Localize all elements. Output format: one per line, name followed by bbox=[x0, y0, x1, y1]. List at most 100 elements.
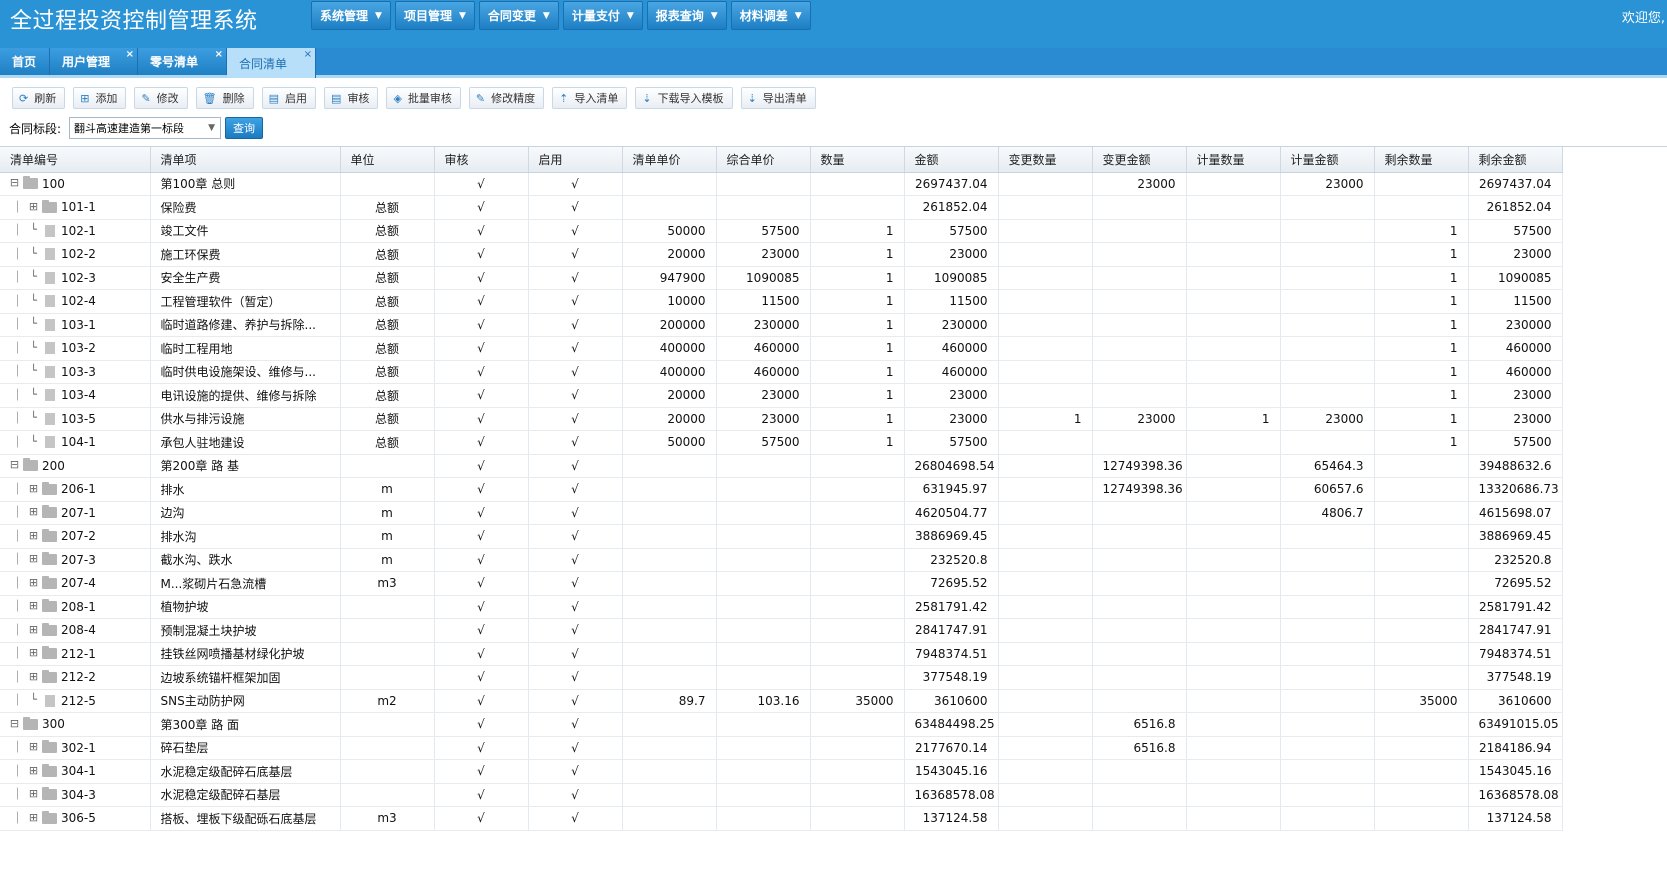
row-code: 304-3 bbox=[61, 787, 96, 802]
table-row[interactable]: │ └ 102-4 工程管理软件（暂定） 总额 √ √ 10000 11500 1 11500 1 11… bbox=[0, 289, 1563, 314]
column-header[interactable]: 计量金额 bbox=[1280, 147, 1375, 173]
toolbar-button-9[interactable]: ⇡ 导入清单 bbox=[552, 87, 628, 109]
cell-rem-qty bbox=[1374, 524, 1469, 549]
cell-chg-amount: 23000 bbox=[1092, 172, 1187, 196]
table-row[interactable]: │ └ 102-1 竣工文件 总额 √ √ 50000 57500 1 57500 1 57500 bbox=[0, 219, 1563, 243]
column-header[interactable]: 变更金额 bbox=[1092, 147, 1187, 173]
cell-price bbox=[622, 172, 717, 196]
table-row[interactable]: │ └ 103-2 临时工程用地 总额 √ √ 400000 460000 1 460000 1 460… bbox=[0, 336, 1563, 361]
plus-icon[interactable]: ⊞ bbox=[27, 623, 40, 637]
menu-6[interactable]: 材料调差 ▼ bbox=[730, 1, 811, 30]
tab-3[interactable]: 零号清单 × bbox=[138, 48, 227, 75]
plus-icon[interactable]: ⊞ bbox=[27, 670, 40, 684]
cell-rem-amount: 1090085 bbox=[1468, 266, 1563, 290]
menu-5[interactable]: 报表查询 ▼ bbox=[646, 1, 727, 30]
cell-rem-amount: 57500 bbox=[1468, 430, 1563, 455]
close-icon[interactable]: × bbox=[215, 49, 223, 60]
toolbar-button-6[interactable]: ▤ 审核 bbox=[324, 87, 379, 109]
plus-icon[interactable]: ⊞ bbox=[27, 600, 40, 613]
table-row[interactable]: │ └ 102-3 安全生产费 总额 √ √ 947900 1090085 1 1090085 1 10… bbox=[0, 266, 1563, 290]
menu-4[interactable]: 计量支付 ▼ bbox=[562, 1, 643, 30]
query-button[interactable]: 查询 bbox=[225, 117, 264, 139]
table-row[interactable]: │ ⊞ 304-3 水泥稳定级配碎石基层 √ √ 16368578.08 16368578.0… bbox=[0, 783, 1563, 807]
table-row[interactable]: ⊟ 200 第200章 路 基 √ √ 26804698.54 12749398.36 654… bbox=[0, 454, 1563, 478]
table-row[interactable]: │ ⊞ 207-2 排水沟 m √ √ 3886969.45 3886969.45 bbox=[0, 524, 1563, 549]
table-row[interactable]: │ ⊞ 208-4 预制混凝土块护坡 √ √ 2841747.91 2841747.91 bbox=[0, 618, 1563, 643]
table-row[interactable]: │ ⊞ 208-1 植物护坡 √ √ 2581791.42 2581791.42 bbox=[0, 595, 1563, 619]
toolbar-button-3[interactable]: ✎ 修改 bbox=[134, 87, 188, 109]
menu-2[interactable]: 项目管理 ▼ bbox=[394, 1, 475, 30]
cell-meas-amount bbox=[1280, 642, 1375, 666]
plus-icon[interactable]: ⊞ bbox=[27, 647, 40, 660]
table-row[interactable]: │ └ 103-3 临时供电设施架设、维修与... 总额 √ √ 400000 460000 1 4… bbox=[0, 360, 1563, 384]
cell-comp-price bbox=[716, 806, 811, 831]
plus-icon[interactable]: ⊞ bbox=[27, 764, 40, 778]
column-header[interactable]: 计量数量 bbox=[1186, 147, 1281, 173]
minus-icon[interactable]: ⊟ bbox=[8, 459, 21, 472]
table-row[interactable]: │ └ 212-5 SNS主动防护网 m2 √ √ 89.7 103.16 35000 361060… bbox=[0, 689, 1563, 713]
column-header[interactable]: 剩余数量 bbox=[1374, 147, 1469, 173]
contract-section-select[interactable]: 翻斗高速建造第一标段 ▼ bbox=[69, 117, 222, 139]
table-row[interactable]: │ └ 103-5 供水与排污设施 总额 √ √ 20000 23000 1 23000 1 23000… bbox=[0, 407, 1563, 431]
column-header[interactable]: 清单单价 bbox=[622, 147, 717, 173]
table-row[interactable]: │ └ 104-1 承包人驻地建设 总额 √ √ 50000 57500 1 57500 1 57500 bbox=[0, 430, 1563, 455]
toolbar-button-4[interactable]: 🗑 删除 bbox=[195, 87, 254, 109]
plus-icon[interactable]: ⊞ bbox=[27, 200, 40, 214]
minus-icon[interactable]: ⊟ bbox=[8, 177, 21, 190]
plus-icon[interactable]: ⊞ bbox=[27, 506, 40, 519]
plus-icon[interactable]: ⊞ bbox=[27, 529, 40, 543]
table-row[interactable]: │ └ 103-1 临时道路修建、养护与拆除... 总额 √ √ 200000 230000 1 2… bbox=[0, 313, 1563, 337]
menu-1[interactable]: 系统管理 ▼ bbox=[311, 1, 391, 30]
table-row[interactable]: │ ⊞ 306-5 搭板、埋板下级配砾石底基层 m3 √ √ 137124.58 137124.… bbox=[0, 806, 1563, 831]
toolbar-button-2[interactable]: ⊞ 添加 bbox=[73, 87, 127, 109]
table-row[interactable]: ⊟ 300 第300章 路 面 √ √ 63484498.25 6516.8 63491015… bbox=[0, 712, 1563, 737]
cell-rem-qty bbox=[1374, 665, 1469, 690]
column-header[interactable]: 启用 bbox=[528, 147, 623, 173]
toolbar-button-11[interactable]: ⇣ 导出清单 bbox=[740, 87, 816, 109]
column-header[interactable]: 综合单价 bbox=[716, 147, 811, 173]
column-header[interactable]: 变更数量 bbox=[998, 147, 1093, 173]
toolbar-button-10[interactable]: ⇣ 下载导入模板 bbox=[635, 87, 733, 109]
table-row[interactable]: │ └ 103-4 电讯设施的提供、维修与拆除 总额 √ √ 20000 23000 1 23000… bbox=[0, 383, 1563, 408]
table-row[interactable]: │ ⊞ 212-1 挂铁丝网喷播基材绿化护坡 √ √ 7948374.51 7948374.5… bbox=[0, 642, 1563, 666]
column-header[interactable]: 清单项 bbox=[150, 147, 341, 173]
menu-3[interactable]: 合同变更 ▼ bbox=[478, 1, 559, 30]
plus-icon[interactable]: ⊞ bbox=[27, 482, 40, 496]
column-header[interactable]: 金额 bbox=[904, 147, 999, 173]
table-row[interactable]: │ ⊞ 212-2 边坡系统锚杆框架加固 √ √ 377548.19 377548.19 bbox=[0, 665, 1563, 690]
cell-chg-amount bbox=[1092, 759, 1187, 784]
cell-chg-qty bbox=[998, 501, 1093, 525]
column-header[interactable]: 清单编号 bbox=[0, 147, 151, 173]
toolbar-button-7[interactable]: ◈ 批量审核 bbox=[386, 87, 461, 109]
table-row[interactable]: │ ⊞ 207-3 截水沟、跌水 m √ √ 232520.8 232520.8 bbox=[0, 548, 1563, 572]
close-icon[interactable]: × bbox=[304, 49, 312, 60]
column-header[interactable]: 数量 bbox=[810, 147, 905, 173]
table-row[interactable]: │ ⊞ 101-1 保险费 总额 √ √ 261852.04 261852.04 bbox=[0, 195, 1563, 220]
plus-icon[interactable]: ⊞ bbox=[27, 811, 40, 825]
table-row[interactable]: ⊟ 100 第100章 总则 √ √ 2697437.04 23000 23000 269743… bbox=[0, 172, 1563, 196]
table-row[interactable]: │ ⊞ 206-1 排水 m √ √ 631945.97 12749398.36 60657.6 1… bbox=[0, 477, 1563, 502]
tab-2[interactable]: 用户管理 × bbox=[50, 48, 138, 75]
table-row[interactable]: │ ⊞ 302-1 碎石垫层 √ √ 2177670.14 6516.8 2184186.94 bbox=[0, 736, 1563, 760]
table-row[interactable]: │ ⊞ 304-1 水泥稳定级配碎石底基层 √ √ 1543045.16 1543045.16 bbox=[0, 759, 1563, 784]
close-icon[interactable]: × bbox=[126, 49, 134, 60]
cell-chg-amount bbox=[1092, 595, 1187, 619]
column-header[interactable]: 剩余金额 bbox=[1468, 147, 1563, 173]
filter-label: 合同标段: bbox=[9, 121, 62, 136]
tab-1[interactable]: 首页 bbox=[0, 48, 50, 75]
column-header[interactable]: 审核 bbox=[434, 147, 529, 173]
plus-icon[interactable]: ⊞ bbox=[27, 741, 40, 754]
table-row[interactable]: │ ⊞ 207-4 M...浆砌片石急流槽 m3 √ √ 72695.52 72695.52 bbox=[0, 571, 1563, 596]
cell-comp-price bbox=[716, 195, 811, 220]
tab-4[interactable]: 合同清单 × bbox=[227, 48, 316, 78]
minus-icon[interactable]: ⊟ bbox=[8, 717, 21, 731]
plus-icon[interactable]: ⊞ bbox=[27, 788, 40, 801]
plus-icon[interactable]: ⊞ bbox=[27, 553, 40, 566]
table-row[interactable]: │ ⊞ 207-1 边沟 m √ √ 4620504.77 4806.7 4615698.07 bbox=[0, 501, 1563, 525]
table-row[interactable]: │ └ 102-2 施工环保费 总额 √ √ 20000 23000 1 23000 1 23000 bbox=[0, 242, 1563, 267]
column-header[interactable]: 单位 bbox=[340, 147, 435, 173]
toolbar-button-5[interactable]: ▤ 启用 bbox=[261, 87, 317, 109]
plus-icon[interactable]: ⊞ bbox=[27, 576, 40, 590]
toolbar-button-1[interactable]: ⟳ 刷新 bbox=[12, 87, 66, 109]
toolbar-button-8[interactable]: ✎ 修改精度 bbox=[468, 87, 545, 109]
